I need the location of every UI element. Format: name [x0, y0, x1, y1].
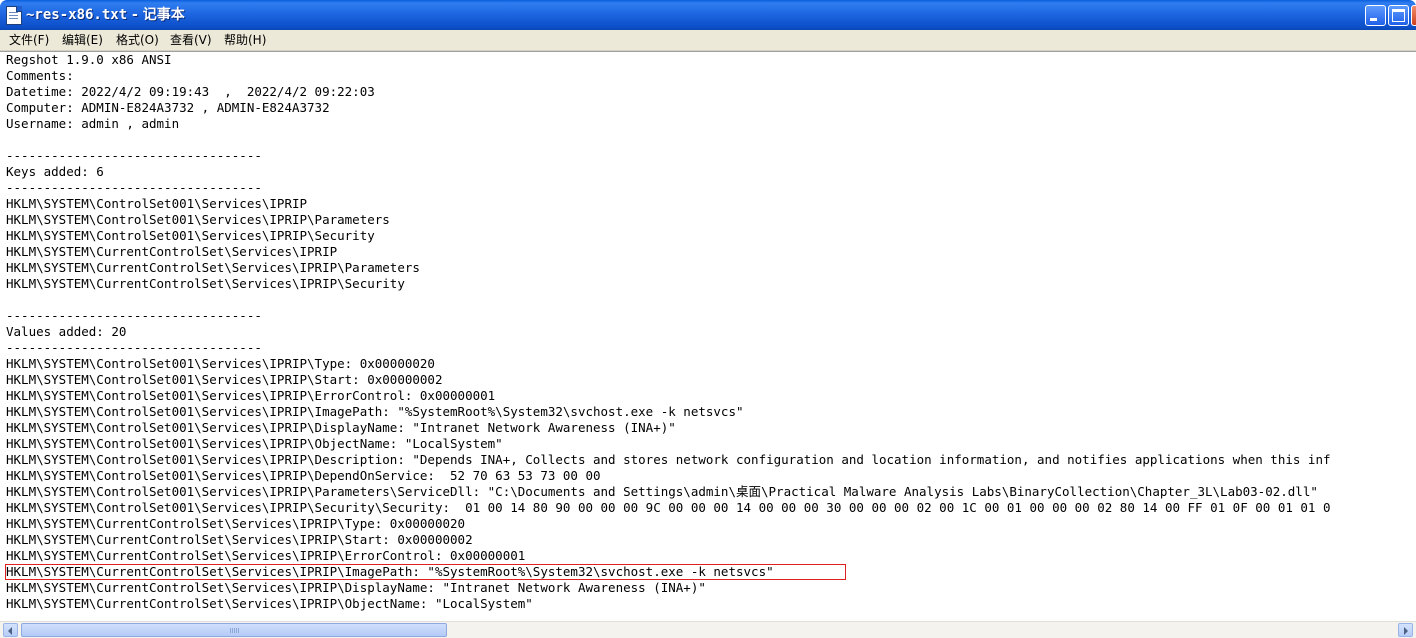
- scrollbar-thumb[interactable]: [21, 623, 447, 637]
- title-app-name: 记事本: [142, 7, 185, 23]
- text-line: HKLM\SYSTEM\CurrentControlSet\Services\I…: [6, 244, 338, 259]
- window-title: ~res-x86.txt - 记事本: [26, 5, 185, 25]
- text-line: HKLM\SYSTEM\ControlSet001\Services\IPRIP…: [6, 404, 744, 419]
- text-line: Keys added: 6: [6, 164, 104, 179]
- arrow-right-icon: [1404, 627, 1408, 635]
- minimize-button[interactable]: [1365, 5, 1386, 26]
- text-line: Computer: ADMIN-E824A3732 , ADMIN-E824A3…: [6, 100, 330, 115]
- title-separator: -: [127, 7, 143, 23]
- text-line: HKLM\SYSTEM\ControlSet001\Services\IPRIP: [6, 196, 308, 211]
- menu-view[interactable]: 查看(V): [170, 30, 212, 50]
- maximize-button[interactable]: [1388, 5, 1409, 26]
- close-button[interactable]: [1411, 5, 1416, 26]
- text-line: ----------------------------------: [6, 340, 262, 355]
- text-line: HKLM\SYSTEM\ControlSet001\Services\IPRIP…: [6, 500, 1331, 515]
- minimize-icon: [1370, 18, 1377, 21]
- menu-edit[interactable]: 编辑(E): [62, 30, 103, 50]
- text-line: HKLM\SYSTEM\ControlSet001\Services\IPRIP…: [6, 212, 390, 227]
- text-line: HKLM\SYSTEM\ControlSet001\Services\IPRIP…: [6, 468, 601, 483]
- text-line: HKLM\SYSTEM\CurrentControlSet\Services\I…: [6, 548, 526, 563]
- text-line: HKLM\SYSTEM\ControlSet001\Services\IPRIP…: [6, 436, 503, 451]
- text-line: HKLM\SYSTEM\ControlSet001\Services\IPRIP…: [6, 356, 435, 371]
- text-line: HKLM\SYSTEM\CurrentControlSet\Services\I…: [6, 276, 405, 291]
- text-line: HKLM\SYSTEM\CurrentControlSet\Services\I…: [6, 516, 466, 531]
- title-bar[interactable]: ~res-x86.txt - 记事本: [0, 0, 1416, 30]
- text-line: Datetime: 2022/4/2 09:19:43 , 2022/4/2 0…: [6, 84, 375, 99]
- text-line: Username: admin , admin: [6, 116, 180, 131]
- text-line: Regshot 1.9.0 x86 ANSI: [6, 52, 172, 67]
- text-line: Values added: 20: [6, 324, 127, 339]
- arrow-left-icon: [8, 627, 12, 635]
- text-line: HKLM\SYSTEM\CurrentControlSet\Services\I…: [6, 260, 420, 275]
- text-line: HKLM\SYSTEM\ControlSet001\Services\IPRIP…: [6, 484, 1318, 499]
- scroll-right-button[interactable]: [1398, 623, 1413, 637]
- notepad-icon[interactable]: [6, 6, 22, 25]
- menu-file[interactable]: 文件(F): [9, 30, 49, 50]
- horizontal-scrollbar[interactable]: [0, 621, 1416, 638]
- text-line: HKLM\SYSTEM\CurrentControlSet\Services\I…: [6, 596, 533, 611]
- text-line: HKLM\SYSTEM\CurrentControlSet\Services\I…: [6, 580, 706, 595]
- menu-help[interactable]: 帮助(H): [224, 30, 266, 50]
- text-line: HKLM\SYSTEM\ControlSet001\Services\IPRIP…: [6, 372, 443, 387]
- text-line: HKLM\SYSTEM\ControlSet001\Services\IPRIP…: [6, 388, 496, 403]
- text-line: ----------------------------------: [6, 180, 262, 195]
- maximize-icon: [1392, 9, 1405, 22]
- grip-icon: [230, 628, 240, 633]
- scroll-left-button[interactable]: [3, 623, 18, 637]
- text-line: ----------------------------------: [6, 148, 262, 163]
- text-line: ----------------------------------: [6, 308, 262, 323]
- menu-format[interactable]: 格式(O): [116, 30, 159, 50]
- title-filename: ~res-x86.txt: [26, 7, 128, 23]
- text-line: HKLM\SYSTEM\ControlSet001\Services\IPRIP…: [6, 420, 676, 435]
- text-line: Comments:: [6, 68, 74, 83]
- menu-bar: 文件(F) 编辑(E) 格式(O) 查看(V) 帮助(H): [0, 30, 1416, 51]
- text-line: HKLM\SYSTEM\ControlSet001\Services\IPRIP…: [6, 452, 1331, 467]
- text-line: HKLM\SYSTEM\ControlSet001\Services\IPRIP…: [6, 228, 375, 243]
- text-editor[interactable]: Regshot 1.9.0 x86 ANSI Comments: Datetime:…: [0, 51, 1416, 622]
- text-line: HKLM\SYSTEM\CurrentControlSet\Services\I…: [6, 532, 473, 547]
- text-line: HKLM\SYSTEM\CurrentControlSet\Services\I…: [6, 564, 774, 579]
